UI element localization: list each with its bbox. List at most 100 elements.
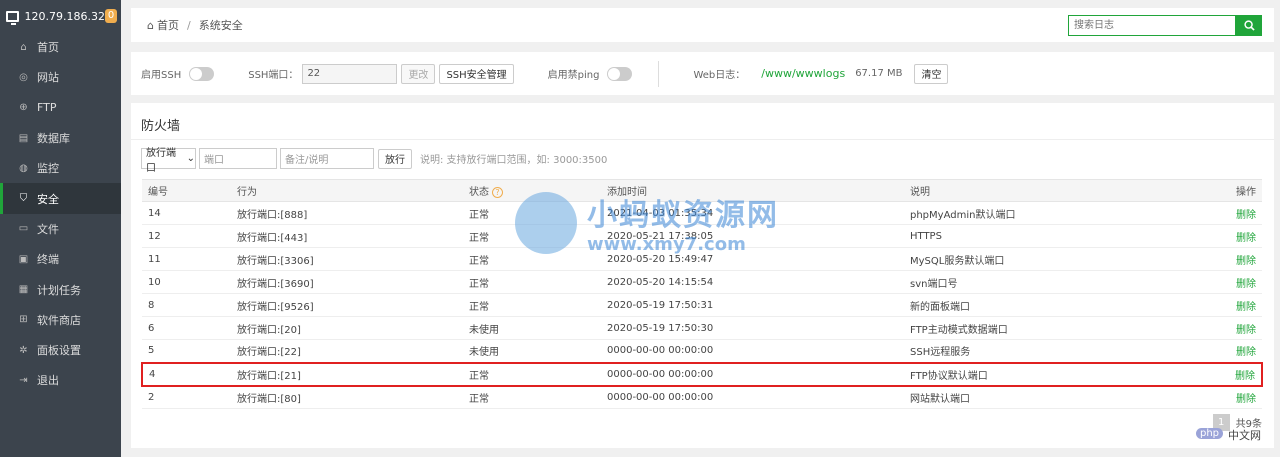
table-row: 11 放行端口:[3306] 正常 2020-05-20 15:49:47 MySQL服… bbox=[142, 247, 1262, 271]
weblog-path[interactable]: /www/wwwlogs bbox=[761, 67, 845, 80]
cell-id: 6 bbox=[142, 316, 237, 340]
sidebar-item-10[interactable]: ✲ 面板设置 bbox=[0, 335, 121, 365]
delete-button[interactable]: 删除 bbox=[1235, 371, 1255, 382]
ssh-port-input[interactable]: 22 bbox=[302, 63, 398, 84]
delete-button[interactable]: 删除 bbox=[1236, 302, 1256, 313]
delete-button[interactable]: 删除 bbox=[1236, 233, 1256, 244]
port-input[interactable]: 端口 bbox=[199, 148, 277, 169]
database-icon: ▤ bbox=[18, 132, 29, 144]
delete-button[interactable]: 删除 bbox=[1236, 279, 1256, 290]
ftp-icon: ⊕ bbox=[19, 102, 28, 114]
notification-badge[interactable]: 0 bbox=[105, 9, 117, 23]
cell-action: 放行端口:[3690] bbox=[237, 270, 469, 294]
sidebar-item-label: 首页 bbox=[37, 41, 59, 55]
sidebar-item-label: 终端 bbox=[37, 253, 59, 267]
sidebar-item-11[interactable]: ⇥ 退出 bbox=[0, 365, 121, 395]
cell-action: 放行端口:[888] bbox=[237, 201, 469, 225]
cell-time: 2020-05-20 14:15:54 bbox=[607, 270, 910, 294]
cell-time: 2021-04-03 01:35:34 bbox=[607, 201, 910, 225]
cell-status: 正常 bbox=[469, 293, 607, 317]
cell-status: 正常 bbox=[469, 201, 607, 225]
rule-type-value: 放行端口 bbox=[146, 147, 176, 174]
col-desc: 说明 bbox=[910, 179, 1191, 202]
ssh-toggle[interactable] bbox=[189, 66, 215, 81]
table-row: 4 放行端口:[21] 正常 0000-00-00 00:00:00 FTP协议默认端口… bbox=[141, 361, 1263, 387]
search-icon bbox=[1243, 20, 1255, 31]
cell-time: 2020-05-19 17:50:30 bbox=[607, 316, 910, 340]
sidebar-item-label: FTP bbox=[37, 101, 57, 115]
cell-status: 未使用 bbox=[469, 316, 607, 340]
table-row: 14 放行端口:[888] 正常 2021-04-03 01:35:34 phpMyAd… bbox=[142, 201, 1262, 225]
table-header: 编号 行为 状态? 添加时间 说明 操作 bbox=[142, 179, 1262, 202]
delete-button[interactable]: 删除 bbox=[1236, 256, 1256, 267]
sidebar-item-label: 监控 bbox=[37, 162, 59, 176]
cell-status: 正常 bbox=[469, 224, 607, 248]
sidebar-item-1[interactable]: ◎ 网站 bbox=[0, 62, 121, 92]
cell-desc: 网站默认端口 bbox=[910, 385, 1191, 409]
sidebar-item-3[interactable]: ▤ 数据库 bbox=[0, 123, 121, 153]
table-row: 12 放行端口:[443] 正常 2020-05-21 17:38:05 HTTPS 删除 bbox=[142, 224, 1262, 248]
ssh-manage-button[interactable]: SSH安全管理 bbox=[439, 63, 514, 84]
col-status-label: 状态 bbox=[469, 187, 489, 198]
sidebar-item-7[interactable]: ▣ 终端 bbox=[0, 244, 121, 274]
weblog-size: 67.17 MB bbox=[855, 68, 903, 79]
breadcrumb-home[interactable]: 首页 bbox=[157, 17, 179, 33]
cell-action: 放行端口:[9526] bbox=[237, 293, 469, 317]
delete-button[interactable]: 删除 bbox=[1236, 347, 1256, 358]
sidebar-item-9[interactable]: ⊞ 软件商店 bbox=[0, 305, 121, 335]
sidebar-item-0[interactable]: ⌂ 首页 bbox=[0, 32, 121, 62]
col-action: 行为 bbox=[237, 179, 469, 202]
rule-type-select[interactable]: 放行端口 ⌄ bbox=[141, 148, 196, 174]
col-id: 编号 bbox=[142, 179, 237, 202]
help-icon[interactable]: ? bbox=[492, 187, 503, 198]
sidebar-item-2[interactable]: ⊕ FTP bbox=[0, 93, 121, 123]
divider bbox=[131, 139, 1274, 140]
ping-toggle[interactable] bbox=[607, 66, 633, 81]
terminal-icon: ▣ bbox=[18, 253, 29, 265]
breadcrumb-separator: / bbox=[186, 18, 191, 32]
cell-op: 删除 bbox=[1190, 385, 1262, 409]
search-input[interactable] bbox=[1068, 15, 1236, 36]
sidebar-item-5[interactable]: ⛉ 安全 bbox=[0, 183, 121, 214]
cell-action: 放行端口:[3306] bbox=[237, 247, 469, 271]
php-watermark: php bbox=[1196, 428, 1224, 439]
cell-id: 4 bbox=[141, 361, 237, 387]
breadcrumb-current: 系统安全 bbox=[198, 19, 243, 32]
logout-icon: ⇥ bbox=[19, 374, 28, 386]
delete-button[interactable]: 删除 bbox=[1236, 210, 1256, 221]
cell-desc: FTP主动模式数据端口 bbox=[910, 316, 1191, 340]
change-port-button[interactable]: 更改 bbox=[401, 63, 436, 84]
search-button[interactable] bbox=[1236, 15, 1262, 36]
cell-status: 正常 bbox=[469, 361, 607, 387]
clear-log-button[interactable]: 清空 bbox=[914, 63, 949, 84]
sidebar-item-4[interactable]: ◍ 监控 bbox=[0, 153, 121, 183]
firewall-title: 防火墙 bbox=[141, 119, 181, 134]
col-op: 操作 bbox=[1190, 179, 1262, 202]
allow-port-button[interactable]: 放行 bbox=[378, 148, 412, 169]
delete-button[interactable]: 删除 bbox=[1236, 325, 1256, 336]
sidebar-menu: ⌂ 首页 ◎ 网站 ⊕ FTP ▤ 数据库 ◍ 监控 ⛉ 安全 ▭ 文件 ▣ 终端 ▦ 计划任务 ⊞ 软件商店 ✲ 面板设… bbox=[0, 32, 121, 396]
home-icon: ⌂ bbox=[147, 18, 154, 32]
table-row: 6 放行端口:[20] 未使用 2020-05-19 17:50:30 FTP主动模式数… bbox=[142, 316, 1262, 340]
cell-time: 2020-05-21 17:38:05 bbox=[607, 224, 910, 248]
note-input[interactable]: 备注/说明 bbox=[280, 148, 374, 169]
gear-icon: ✲ bbox=[19, 344, 28, 356]
sidebar-item-label: 计划任务 bbox=[37, 283, 81, 297]
cell-id: 5 bbox=[142, 339, 237, 363]
cell-desc: MySQL服务默认端口 bbox=[910, 247, 1191, 271]
cell-op: 删除 bbox=[1190, 316, 1262, 340]
sidebar-item-6[interactable]: ▭ 文件 bbox=[0, 214, 121, 244]
cell-action: 放行端口:[443] bbox=[237, 224, 469, 248]
sidebar-item-label: 文件 bbox=[37, 222, 59, 236]
home-icon: ⌂ bbox=[20, 41, 27, 53]
cell-id: 14 bbox=[142, 201, 237, 225]
firewall-table: 编号 行为 状态? 添加时间 说明 操作 14 放行端口:[888] 正常 2021-… bbox=[141, 179, 1263, 409]
server-header[interactable]: 120.79.186.32 0 bbox=[0, 0, 121, 32]
sidebar-item-8[interactable]: ▦ 计划任务 bbox=[0, 274, 121, 304]
ssh-port-label: SSH端口： bbox=[248, 70, 299, 81]
cell-time: 0000-00-00 00:00:00 bbox=[607, 361, 910, 387]
delete-button[interactable]: 删除 bbox=[1236, 394, 1256, 405]
sidebar-item-label: 退出 bbox=[37, 374, 59, 388]
firewall-form: 放行端口 ⌄ 端口 备注/说明 放行 说明: 支持放行端口范围，如: 3000:3… bbox=[141, 148, 607, 174]
cell-time: 0000-00-00 00:00:00 bbox=[607, 385, 910, 409]
